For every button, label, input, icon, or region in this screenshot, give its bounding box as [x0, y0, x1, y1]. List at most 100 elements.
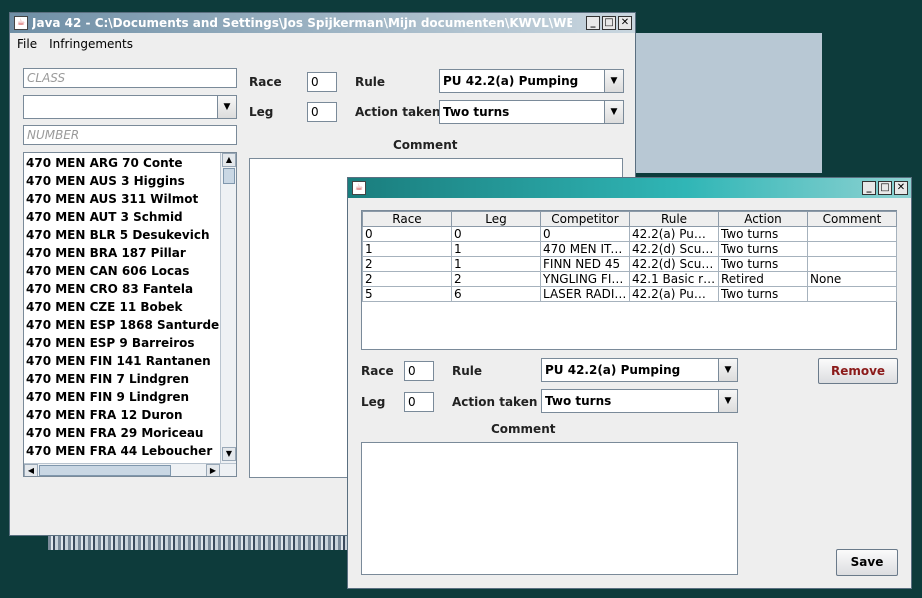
scroll-right-icon[interactable]: ▶: [206, 464, 220, 476]
list-item[interactable]: 470 MEN AUS 311 Wilmot: [24, 190, 220, 208]
maximize-icon[interactable]: □: [602, 16, 616, 30]
chevron-down-icon[interactable]: ▼: [604, 101, 623, 123]
table-cell[interactable]: 2: [362, 256, 452, 272]
number-field[interactable]: NUMBER: [23, 125, 237, 145]
list-item[interactable]: 470 MEN AUS 3 Higgins: [24, 172, 220, 190]
competitor-list[interactable]: 470 MEN ARG 70 Conte 470 MEN AUS 3 Higgin…: [23, 152, 237, 477]
menu-file[interactable]: File: [17, 34, 37, 54]
table-cell[interactable]: 5: [362, 286, 452, 302]
list-item[interactable]: 470 MEN ESP 1868 Santurde: [24, 316, 220, 334]
table-cell[interactable]: 42.1 Basic rule: [629, 271, 719, 287]
horizontal-scroll-thumb[interactable]: [39, 465, 171, 476]
list-item[interactable]: 470 MEN CRO 83 Fantela: [24, 280, 220, 298]
vertical-scrollbar[interactable]: ▲ ▼: [220, 153, 236, 463]
table-row[interactable]: 1 1 470 MEN ITA ... 42.2(d) Sculling Two tur…: [362, 241, 897, 257]
class-combo[interactable]: ▼: [23, 95, 237, 119]
dialog-action-select[interactable]: Two turns ▼: [541, 389, 738, 413]
column-header[interactable]: Leg: [451, 211, 541, 227]
main-title-bar[interactable]: ☕ Java 42 - C:\Documents and Settings\Jo…: [10, 13, 635, 33]
table-row[interactable]: 2 1 FINN NED 45 42.2(d) Sculling Two turns: [362, 256, 897, 272]
column-header[interactable]: Action: [718, 211, 808, 227]
dialog-rule-select[interactable]: PU 42.2(a) Pumping ▼: [541, 358, 738, 382]
table-cell[interactable]: Retired: [718, 271, 808, 287]
list-item[interactable]: 470 MEN FIN 7 Lindgren: [24, 370, 220, 388]
table-cell[interactable]: None: [807, 271, 897, 287]
list-item[interactable]: 470 MEN CZE 11 Bobek: [24, 298, 220, 316]
table-cell[interactable]: 2: [451, 271, 541, 287]
dialog-title-bar[interactable]: ☕ _ □ ✕: [348, 178, 911, 198]
scroll-thumb[interactable]: [223, 168, 235, 184]
list-item[interactable]: 470 MEN AUT 3 Schmid: [24, 208, 220, 226]
table-cell[interactable]: 42.2(d) Sculling: [629, 241, 719, 257]
list-item[interactable]: 470 MEN FRA 12 Duron: [24, 406, 220, 424]
table-cell[interactable]: Two turns: [718, 241, 808, 257]
table-cell[interactable]: [807, 286, 897, 302]
remove-button[interactable]: Remove: [818, 358, 898, 384]
list-item[interactable]: 470 MEN BRA 187 Pillar: [24, 244, 220, 262]
chevron-down-icon[interactable]: ▼: [217, 96, 236, 118]
table-cell[interactable]: YNGLING FIN 2: [540, 271, 630, 287]
table-row[interactable]: 0 0 0 42.2(a) Pump... Two turns: [362, 226, 897, 242]
race-input[interactable]: 0: [307, 72, 337, 92]
save-button[interactable]: Save: [836, 549, 898, 576]
scroll-left-icon[interactable]: ◀: [24, 464, 38, 476]
table-cell[interactable]: Two turns: [718, 286, 808, 302]
horizontal-scrollbar[interactable]: ◀ ▶: [24, 463, 236, 476]
minimize-icon[interactable]: _: [586, 16, 600, 30]
list-item[interactable]: 470 MEN FIN 9 Lindgren: [24, 388, 220, 406]
leg-input[interactable]: 0: [307, 102, 337, 122]
table-row[interactable]: 5 6 LASER RADIA... 42.2(a) Pump... Two turns: [362, 286, 897, 302]
table-cell[interactable]: 1: [451, 241, 541, 257]
infringements-table[interactable]: Race Leg Competitor Rule Action Comment 0 0 0 42…: [362, 211, 897, 302]
table-cell[interactable]: [807, 256, 897, 272]
rule-select[interactable]: PU 42.2(a) Pumping ▼: [439, 69, 624, 93]
table-cell[interactable]: 2: [362, 271, 452, 287]
menu-infringements[interactable]: Infringements: [49, 34, 133, 54]
list-item[interactable]: 470 MEN BLR 5 Desukevich: [24, 226, 220, 244]
background-window: [630, 33, 822, 173]
table-cell[interactable]: FINN NED 45: [540, 256, 630, 272]
table-cell[interactable]: 42.2(a) Pump...: [629, 226, 719, 242]
table-row[interactable]: 2 2 YNGLING FIN 2 42.1 Basic rule Retired Non…: [362, 271, 897, 287]
table-cell[interactable]: [807, 226, 897, 242]
dialog-leg-input[interactable]: 0: [404, 392, 434, 412]
table-cell[interactable]: 0: [540, 226, 630, 242]
table-cell[interactable]: 1: [451, 256, 541, 272]
dialog-comment-label: Comment: [491, 422, 556, 436]
table-cell[interactable]: LASER RADIA...: [540, 286, 630, 302]
column-header[interactable]: Race: [362, 211, 452, 227]
chevron-down-icon[interactable]: ▼: [718, 359, 737, 381]
class-field[interactable]: CLASS: [23, 68, 237, 88]
list-item[interactable]: 470 MEN ARG 70 Conte: [24, 154, 220, 172]
table-cell[interactable]: 0: [451, 226, 541, 242]
table-cell[interactable]: Two turns: [718, 226, 808, 242]
column-header[interactable]: Competitor: [540, 211, 630, 227]
column-header[interactable]: Rule: [629, 211, 719, 227]
list-item[interactable]: 470 MEN FIN 141 Rantanen: [24, 352, 220, 370]
maximize-icon[interactable]: □: [878, 181, 892, 195]
minimize-icon[interactable]: _: [862, 181, 876, 195]
list-item[interactable]: 470 MEN ESP 9 Barreiros: [24, 334, 220, 352]
column-header[interactable]: Comment: [807, 211, 897, 227]
table-cell[interactable]: 42.2(a) Pump...: [629, 286, 719, 302]
chevron-down-icon[interactable]: ▼: [604, 70, 623, 92]
close-icon[interactable]: ✕: [894, 181, 908, 195]
table-cell[interactable]: 0: [362, 226, 452, 242]
chevron-down-icon[interactable]: ▼: [718, 390, 737, 412]
table-cell[interactable]: 6: [451, 286, 541, 302]
action-select[interactable]: Two turns ▼: [439, 100, 624, 124]
scroll-up-icon[interactable]: ▲: [222, 153, 236, 167]
close-icon[interactable]: ✕: [618, 16, 632, 30]
dialog-comment-textarea[interactable]: [361, 442, 738, 575]
table-cell[interactable]: [807, 241, 897, 257]
dialog-race-label: Race: [361, 364, 394, 378]
table-cell[interactable]: Two turns: [718, 256, 808, 272]
list-item[interactable]: 470 MEN FRA 29 Moriceau: [24, 424, 220, 442]
table-cell[interactable]: 42.2(d) Sculling: [629, 256, 719, 272]
list-item[interactable]: 470 MEN FRA 44 Leboucher: [24, 442, 220, 460]
dialog-race-input[interactable]: 0: [404, 361, 434, 381]
list-item[interactable]: 470 MEN CAN 606 Locas: [24, 262, 220, 280]
table-cell[interactable]: 470 MEN ITA ...: [540, 241, 630, 257]
scroll-down-icon[interactable]: ▼: [222, 447, 236, 461]
table-cell[interactable]: 1: [362, 241, 452, 257]
